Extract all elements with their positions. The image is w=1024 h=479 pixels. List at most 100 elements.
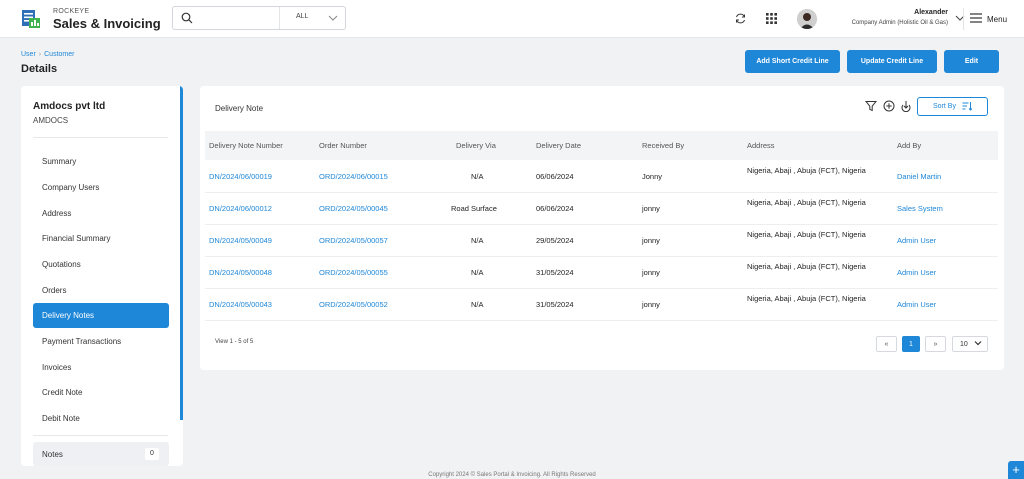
company-name: Amdocs pvt ltd bbox=[33, 101, 106, 112]
scrollbar[interactable] bbox=[180, 86, 183, 420]
sidebar-item-financial-summary[interactable]: Financial Summary bbox=[33, 226, 169, 251]
pagination-prev-button[interactable]: « bbox=[876, 336, 897, 352]
search-input[interactable]: ALL bbox=[172, 6, 346, 30]
column-header[interactable]: Delivery Note Number bbox=[209, 141, 283, 150]
order-number-link[interactable]: ORD/2024/05/00045 bbox=[319, 204, 388, 213]
added-by-link[interactable]: Admin User bbox=[897, 268, 936, 277]
avatar[interactable] bbox=[797, 9, 817, 29]
user-name[interactable]: Alexander bbox=[914, 9, 948, 16]
notes-count-badge: 0 bbox=[145, 448, 159, 460]
search-scope-value: ALL bbox=[296, 13, 309, 20]
delivery-via: N/A bbox=[471, 236, 484, 245]
sidebar-item-payment-transactions[interactable]: Payment Transactions bbox=[33, 329, 169, 354]
address: Nigeria, Abaji , Abuja (FCT), Nigeria bbox=[747, 198, 866, 207]
sidebar-item-quotations[interactable]: Quotations bbox=[33, 252, 169, 277]
sidebar-item-delivery-notes[interactable]: Delivery Notes bbox=[33, 303, 169, 328]
user-role: Company Admin (Holistic Oil & Gas) bbox=[851, 20, 948, 26]
download-icon[interactable] bbox=[900, 100, 912, 113]
table-header: Delivery Note Number Order Number Delive… bbox=[205, 131, 998, 160]
top-bar: ROCKEYE Sales & Invoicing ALL Alexander … bbox=[0, 0, 1024, 38]
table-row: DN/2024/05/00048 ORD/2024/05/00055 N/A 3… bbox=[205, 257, 998, 289]
column-header[interactable]: Delivery Via bbox=[456, 141, 496, 150]
brand-name: Sales & Invoicing bbox=[53, 16, 161, 31]
delivery-date: 06/06/2024 bbox=[536, 172, 574, 181]
added-by-link[interactable]: Sales System bbox=[897, 204, 943, 213]
delivery-date: 31/05/2024 bbox=[536, 268, 574, 277]
received-by: jonny bbox=[642, 268, 660, 277]
divider bbox=[963, 8, 964, 30]
notes-label: Notes bbox=[42, 449, 63, 459]
order-number-link[interactable]: ORD/2024/05/00052 bbox=[319, 300, 388, 309]
sidebar-item-notes[interactable]: Notes 0 bbox=[33, 442, 169, 466]
sidebar-item-invoices[interactable]: Invoices bbox=[33, 355, 169, 380]
delivery-note-link[interactable]: DN/2024/05/00048 bbox=[209, 268, 272, 277]
sidebar-item-orders[interactable]: Orders bbox=[33, 278, 169, 303]
sidebar-item-summary[interactable]: Summary bbox=[33, 149, 169, 174]
delivery-note-card: Delivery Note Sort By Delivery Note Numb… bbox=[200, 86, 1004, 370]
address: Nigeria, Abaji , Abuja (FCT), Nigeria bbox=[747, 166, 866, 175]
add-circle-icon[interactable] bbox=[883, 100, 895, 112]
column-header[interactable]: Order Number bbox=[319, 141, 367, 150]
table-row: DN/2024/05/00043 ORD/2024/05/00052 N/A 3… bbox=[205, 289, 998, 321]
delivery-note-link[interactable]: DN/2024/05/00043 bbox=[209, 300, 272, 309]
divider bbox=[33, 137, 168, 138]
menu-button[interactable]: Menu bbox=[970, 12, 1007, 26]
order-number-link[interactable]: ORD/2024/05/00055 bbox=[319, 268, 388, 277]
sidebar-item-debit-note[interactable]: Debit Note bbox=[33, 406, 169, 431]
filter-icon[interactable] bbox=[864, 100, 878, 112]
page-size-select[interactable]: 10 bbox=[952, 336, 988, 352]
column-header[interactable]: Address bbox=[747, 141, 775, 150]
footer-copyright: Copyright 2024 © Sales Portal & Invoicin… bbox=[428, 472, 596, 478]
received-by: jonny bbox=[642, 204, 660, 213]
search-icon bbox=[181, 12, 193, 24]
divider bbox=[33, 435, 168, 436]
page-title: Details bbox=[21, 63, 58, 75]
address: Nigeria, Abaji , Abuja (FCT), Nigeria bbox=[747, 294, 866, 303]
column-header[interactable]: Received By bbox=[642, 141, 684, 150]
breadcrumb: User › Customer bbox=[21, 51, 74, 58]
delivery-date: 29/05/2024 bbox=[536, 236, 574, 245]
customer-sidebar: Amdocs pvt ltd AMDOCS Summary Company Us… bbox=[21, 86, 183, 466]
sidebar-item-credit-note[interactable]: Credit Note bbox=[33, 380, 169, 405]
floating-add-button[interactable]: + bbox=[1008, 461, 1024, 479]
update-credit-line-button[interactable]: Update Credit Line bbox=[847, 50, 937, 73]
delivery-via: Road Surface bbox=[451, 204, 497, 213]
received-by: jonny bbox=[642, 236, 660, 245]
delivery-note-link[interactable]: DN/2024/05/00049 bbox=[209, 236, 272, 245]
sort-lines-icon bbox=[962, 101, 973, 113]
add-short-credit-line-button[interactable]: Add Short Credit Line bbox=[745, 50, 840, 73]
sort-by-button[interactable]: Sort By bbox=[917, 97, 988, 116]
added-by-link[interactable]: Admin User bbox=[897, 300, 936, 309]
order-number-link[interactable]: ORD/2024/06/00015 bbox=[319, 172, 388, 181]
delivery-note-link[interactable]: DN/2024/06/00019 bbox=[209, 172, 272, 181]
search-scope-select[interactable]: ALL bbox=[279, 7, 347, 29]
sidebar-item-address[interactable]: Address bbox=[33, 201, 169, 226]
pagination-next-button[interactable]: » bbox=[925, 336, 946, 352]
address: Nigeria, Abaji , Abuja (FCT), Nigeria bbox=[747, 230, 866, 239]
column-header[interactable]: Add By bbox=[897, 141, 921, 150]
delivery-via: N/A bbox=[471, 268, 484, 277]
delivery-date: 31/05/2024 bbox=[536, 300, 574, 309]
refresh-icon[interactable] bbox=[734, 12, 747, 25]
app-logo-icon[interactable] bbox=[21, 9, 41, 29]
breadcrumb-user[interactable]: User bbox=[21, 51, 36, 58]
menu-label: Menu bbox=[987, 14, 1008, 24]
apps-grid-icon[interactable] bbox=[765, 12, 778, 25]
edit-button[interactable]: Edit bbox=[944, 50, 999, 73]
delivery-via: N/A bbox=[471, 300, 484, 309]
sidebar-item-company-users[interactable]: Company Users bbox=[33, 175, 169, 200]
breadcrumb-separator-icon: › bbox=[38, 51, 42, 58]
sort-by-label: Sort By bbox=[933, 103, 956, 110]
table-row: DN/2024/06/00012 ORD/2024/05/00045 Road … bbox=[205, 193, 998, 225]
column-header[interactable]: Delivery Date bbox=[536, 141, 581, 150]
breadcrumb-customer[interactable]: Customer bbox=[44, 51, 74, 58]
brand-tagline: ROCKEYE bbox=[53, 8, 90, 15]
delivery-note-link[interactable]: DN/2024/06/00012 bbox=[209, 204, 272, 213]
pagination-page-button[interactable]: 1 bbox=[902, 336, 920, 352]
added-by-link[interactable]: Admin User bbox=[897, 236, 936, 245]
chevron-down-icon bbox=[328, 13, 338, 23]
added-by-link[interactable]: Daniel Martin bbox=[897, 172, 941, 181]
table-row: DN/2024/05/00049 ORD/2024/05/00057 N/A 2… bbox=[205, 225, 998, 257]
view-count: View 1 - 5 of 5 bbox=[215, 339, 254, 345]
order-number-link[interactable]: ORD/2024/05/00057 bbox=[319, 236, 388, 245]
